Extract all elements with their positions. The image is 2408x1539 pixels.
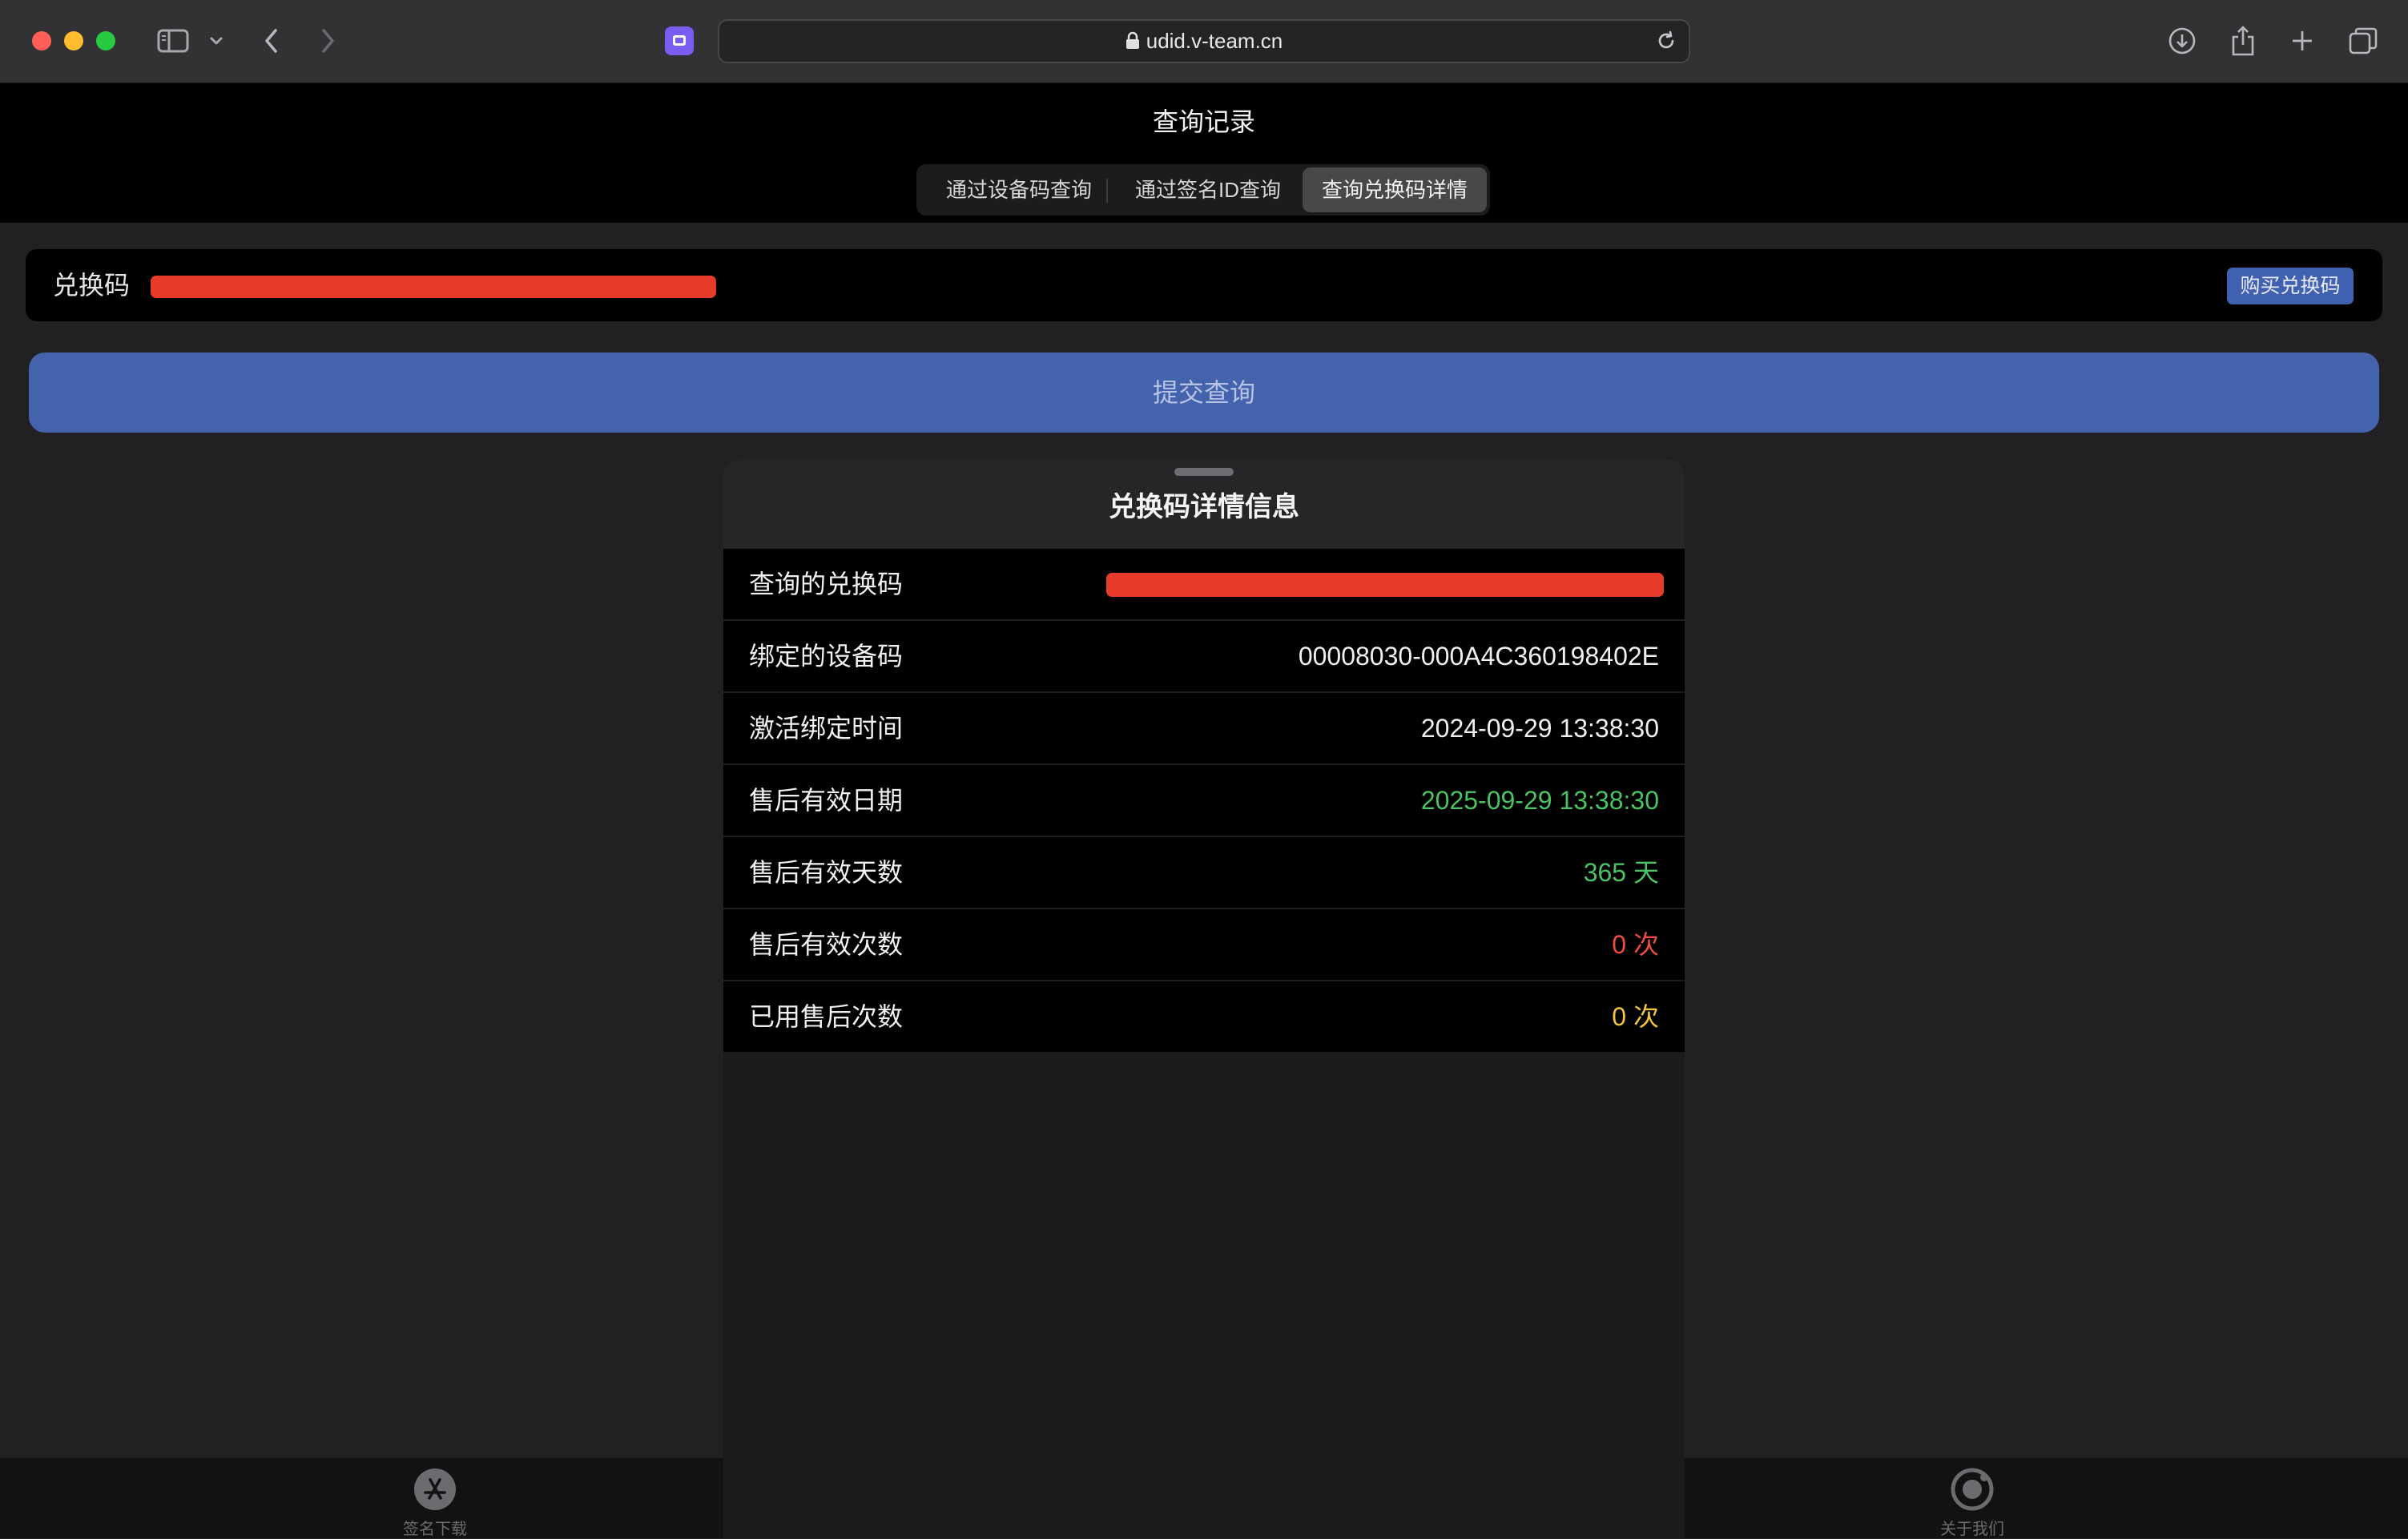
sidebar-toggle-icon[interactable]	[155, 22, 191, 59]
browser-toolbar: udid.v-team.cn	[0, 0, 2408, 83]
row-label: 售后有效日期	[749, 786, 904, 815]
row-queried-code: 查询的兑换码	[723, 549, 1685, 621]
row-label: 售后有效次数	[749, 930, 904, 959]
row-value: 365 天	[1583, 858, 1659, 887]
new-tab-icon[interactable]	[2286, 22, 2318, 59]
row-value: 2025-09-29 13:38:30	[1420, 786, 1659, 815]
row-value: 0 次	[1612, 930, 1659, 959]
row-activation-time: 激活绑定时间 2024-09-29 13:38:30	[723, 693, 1685, 765]
close-window-button[interactable]	[32, 31, 51, 50]
sheet-title: 兑换码详情信息	[1109, 492, 1299, 522]
tab-query-by-signature-id[interactable]: 通过签名ID查询	[1115, 167, 1301, 212]
row-value: 0 次	[1612, 1002, 1659, 1031]
segment-divider	[1106, 179, 1108, 203]
about-icon	[1951, 1468, 1994, 1511]
chevron-down-icon[interactable]	[207, 22, 226, 59]
row-value: 00008030-000A4C360198402E	[1298, 642, 1659, 671]
redacted-queried-code	[1106, 573, 1664, 597]
tab-query-by-device-code[interactable]: 通过设备码查询	[923, 167, 1115, 212]
address-bar[interactable]: udid.v-team.cn	[718, 19, 1690, 63]
row-used-warranty-count: 已用售后次数 0 次	[723, 981, 1685, 1052]
back-icon[interactable]	[258, 22, 285, 59]
buy-redeem-code-button[interactable]: 购买兑换码	[2227, 268, 2354, 304]
app-store-icon	[413, 1468, 457, 1511]
redacted-code-value[interactable]	[151, 276, 716, 298]
tab-sign-download[interactable]: 签名下载	[355, 1458, 515, 1538]
query-mode-segmented-control: 通过设备码查询 通过签名ID查询 查询兑换码详情	[916, 164, 1490, 216]
page-title: 查询记录	[1152, 107, 1255, 136]
tab-label: 关于我们	[1940, 1521, 2004, 1538]
tab-about-us[interactable]: 关于我们	[1892, 1458, 2052, 1538]
page-header: 查询记录 通过设备码查询 通过签名ID查询 查询兑换码详情	[0, 83, 2408, 223]
details-list: 查询的兑换码 绑定的设备码 00008030-000A4C360198402E …	[723, 549, 1685, 1052]
row-warranty-count: 售后有效次数 0 次	[723, 909, 1685, 981]
row-label: 查询的兑换码	[749, 570, 904, 598]
sheet-header: 兑换码详情信息	[723, 459, 1685, 549]
redeem-code-details-sheet: 兑换码详情信息 查询的兑换码 绑定的设备码 00008030-000A4C360…	[723, 459, 1685, 1538]
tab-overview-icon[interactable]	[2346, 22, 2381, 59]
row-label: 售后有效天数	[749, 858, 904, 887]
redeem-code-label: 兑换码	[53, 271, 131, 300]
reload-icon[interactable]	[1655, 30, 1677, 56]
row-warranty-days: 售后有效天数 365 天	[723, 837, 1685, 909]
sheet-grabber[interactable]	[1174, 468, 1234, 476]
row-label: 已用售后次数	[749, 1002, 904, 1031]
row-warranty-expiry-date: 售后有效日期 2025-09-29 13:38:30	[723, 765, 1685, 837]
row-value: 2024-09-29 13:38:30	[1420, 714, 1659, 743]
forward-icon[interactable]	[314, 22, 341, 59]
downloads-icon[interactable]	[2166, 22, 2198, 59]
redeem-code-field[interactable]: 兑换码 购买兑换码	[26, 249, 2382, 321]
tab-query-redeem-code-details[interactable]: 查询兑换码详情	[1303, 167, 1487, 212]
lock-icon	[1125, 23, 1140, 64]
submit-query-button[interactable]: 提交查询	[29, 353, 2379, 433]
minimize-window-button[interactable]	[64, 31, 83, 50]
zoom-window-button[interactable]	[96, 31, 115, 50]
tab-label: 签名下载	[403, 1521, 467, 1538]
url-text: udid.v-team.cn	[1146, 29, 1283, 53]
row-label: 激活绑定时间	[749, 714, 904, 743]
extension-icon[interactable]	[665, 26, 694, 55]
row-label: 绑定的设备码	[749, 642, 904, 671]
share-icon[interactable]	[2227, 22, 2259, 59]
row-bound-device-code: 绑定的设备码 00008030-000A4C360198402E	[723, 621, 1685, 693]
